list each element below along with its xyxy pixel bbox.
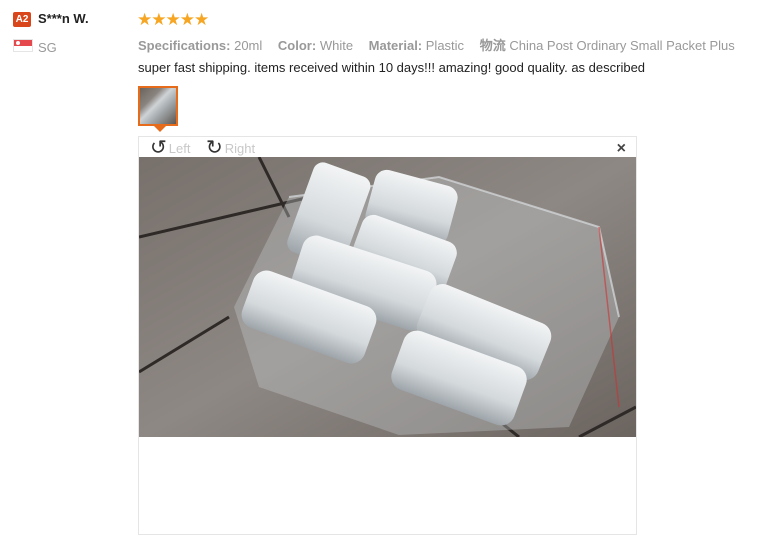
rotate-right-button[interactable]: ↻ Right [206, 138, 255, 158]
reviewer-name: S***n W. [38, 11, 89, 26]
singapore-flag-icon [13, 39, 33, 52]
rotate-left-button[interactable]: ↺ Left [150, 138, 190, 158]
buyer-level-badge: A2 [13, 12, 31, 27]
review-photo-thumbnail[interactable] [138, 86, 178, 126]
spec-item: Specifications: 20ml [138, 38, 263, 53]
rotate-right-icon: ↻ [206, 137, 223, 159]
review-text: super fast shipping. items received with… [138, 60, 646, 75]
spec-item: 物流 China Post Ordinary Small Packet Plus [479, 38, 735, 53]
rotate-right-label: Right [224, 140, 256, 156]
product-specs: Specifications: 20ml Color: White Materi… [138, 35, 747, 54]
close-icon[interactable]: × [617, 140, 626, 158]
reviewer-country: SG [38, 40, 57, 55]
selected-thumbnail-indicator [154, 126, 166, 132]
photo-viewer: ↺ Left ↻ Right × [138, 136, 637, 535]
rating-stars: ★★★★★ [137, 10, 209, 29]
spec-item: Color: White [277, 38, 354, 53]
rotate-left-label: Left [168, 140, 191, 156]
rotate-left-icon: ↺ [150, 137, 167, 159]
spec-item: Material: Plastic [368, 38, 465, 53]
review-photo [139, 157, 636, 437]
